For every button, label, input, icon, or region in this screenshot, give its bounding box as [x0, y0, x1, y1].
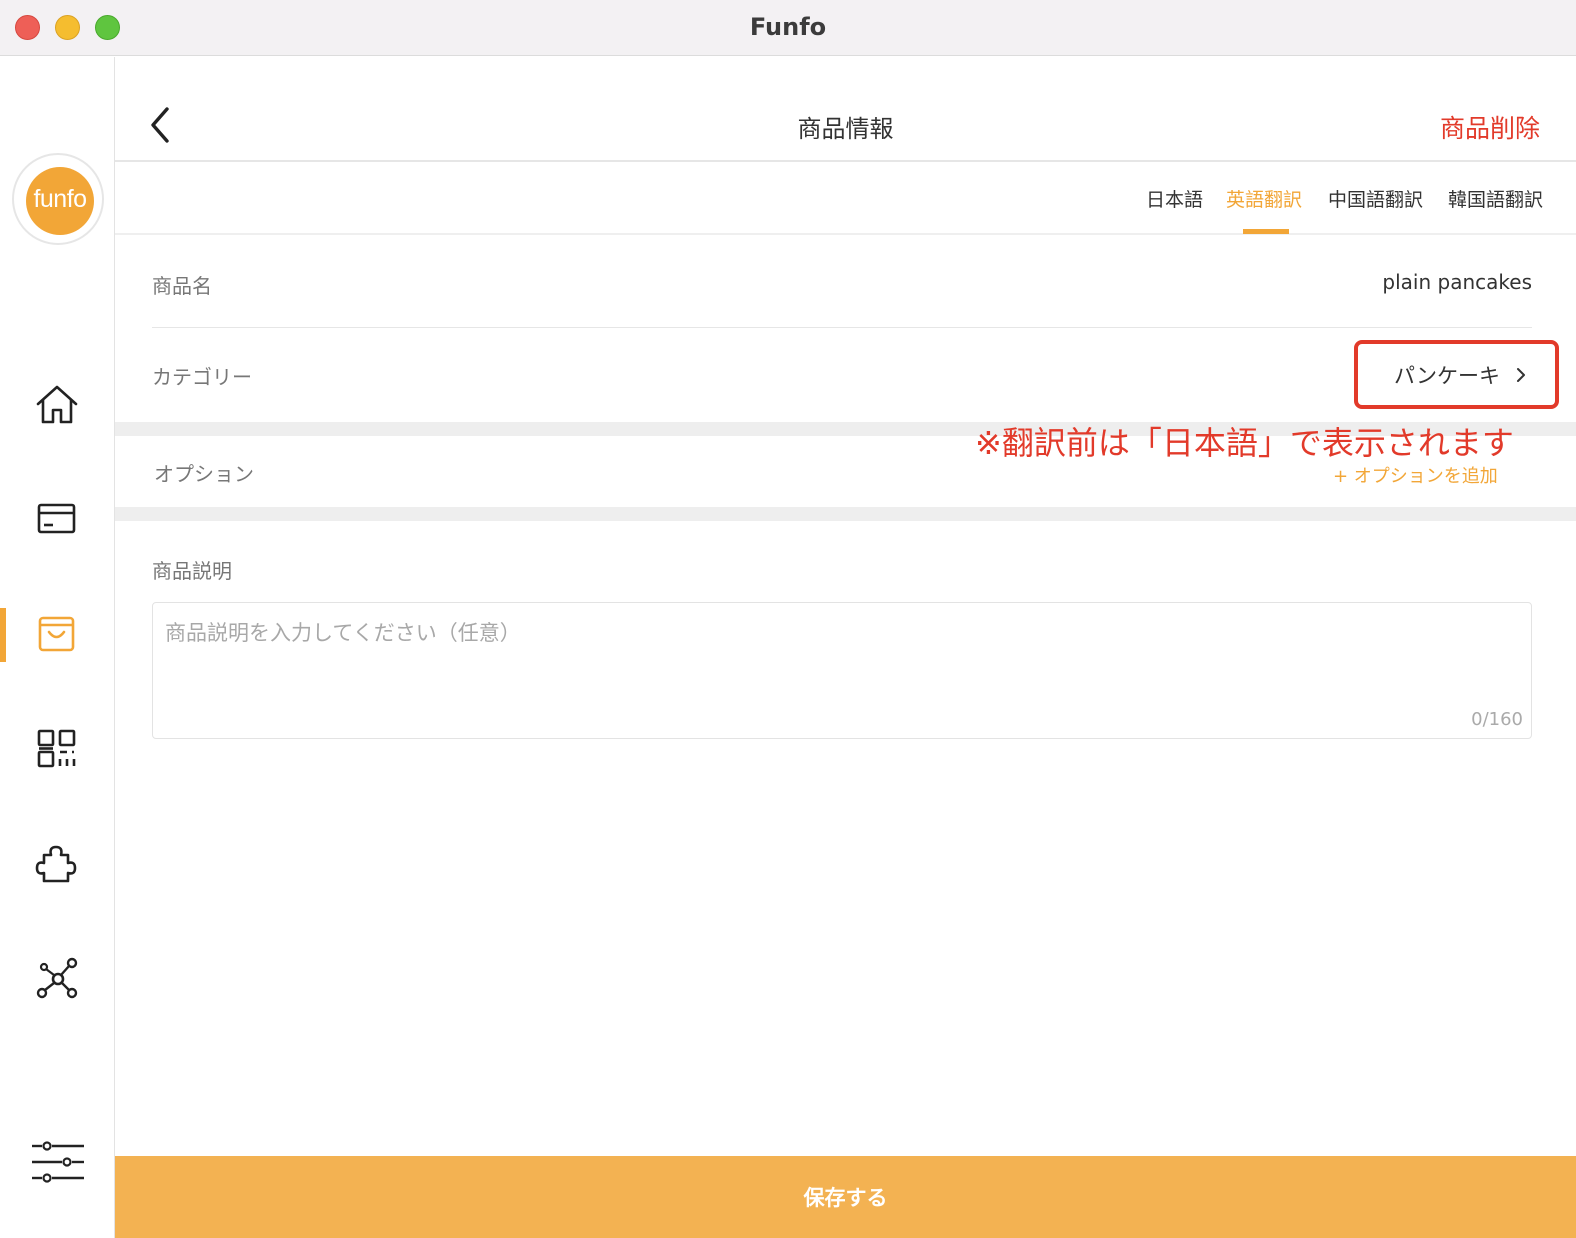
description-textarea[interactable]: 商品説明を入力してください（任意） 0/160 — [152, 602, 1532, 739]
sidebar-item-home[interactable] — [0, 365, 114, 445]
window-title: Funfo — [749, 13, 827, 41]
add-option-button[interactable]: + オプションを追加 — [1333, 462, 1498, 488]
category-label: カテゴリー — [152, 365, 252, 389]
description-placeholder: 商品説明を入力してください（任意） — [165, 621, 521, 645]
network-icon — [36, 957, 78, 999]
qr-code-icon — [37, 729, 76, 768]
save-button-label: 保存する — [803, 1186, 888, 1210]
divider — [152, 327, 1532, 328]
description-label: 商品説明 — [152, 559, 232, 583]
card-icon — [37, 503, 76, 534]
sidebar-item-network[interactable] — [0, 938, 114, 1018]
page-header: 商品情報 商品削除 — [115, 57, 1576, 162]
sidebar-item-products[interactable] — [0, 594, 114, 674]
active-tab-underline — [1243, 229, 1289, 234]
language-tabs: 日本語 英語翻訳 中国語翻訳 韓国語翻訳 — [115, 163, 1576, 235]
annotation-note: ※翻訳前は「日本語」で表示されます — [975, 424, 1514, 462]
product-name-value[interactable]: plain pancakes — [1382, 270, 1532, 294]
puzzle-icon — [35, 845, 77, 883]
delete-product-button[interactable]: 商品削除 — [1440, 109, 1540, 145]
tab-korean[interactable]: 韓国語翻訳 — [1448, 185, 1543, 212]
section-separator — [115, 507, 1576, 521]
sidebar-item-qr[interactable] — [0, 709, 114, 789]
sidebar: funfo — [0, 57, 115, 1238]
option-label: オプション — [154, 462, 254, 486]
character-count: 0/160 — [1471, 709, 1523, 730]
tab-japanese[interactable]: 日本語 — [1146, 185, 1203, 212]
shopping-bag-icon — [38, 616, 75, 652]
category-value[interactable]: パンケーキ — [1394, 360, 1500, 390]
tab-english[interactable]: 英語翻訳 — [1226, 185, 1302, 212]
sidebar-item-plugins[interactable] — [0, 824, 114, 904]
product-name-label: 商品名 — [152, 274, 212, 298]
sidebar-item-orders[interactable] — [0, 479, 114, 559]
app-logo[interactable]: funfo — [12, 153, 104, 245]
logo-text: funfo — [26, 167, 94, 235]
window-titlebar: Funfo — [0, 0, 1576, 56]
sliders-icon[interactable] — [30, 1140, 86, 1184]
page-title: 商品情報 — [797, 115, 894, 143]
tab-chinese[interactable]: 中国語翻訳 — [1328, 185, 1423, 212]
chevron-right-icon[interactable] — [1514, 365, 1528, 385]
save-button[interactable]: 保存する — [115, 1156, 1576, 1238]
home-icon — [36, 385, 78, 424]
